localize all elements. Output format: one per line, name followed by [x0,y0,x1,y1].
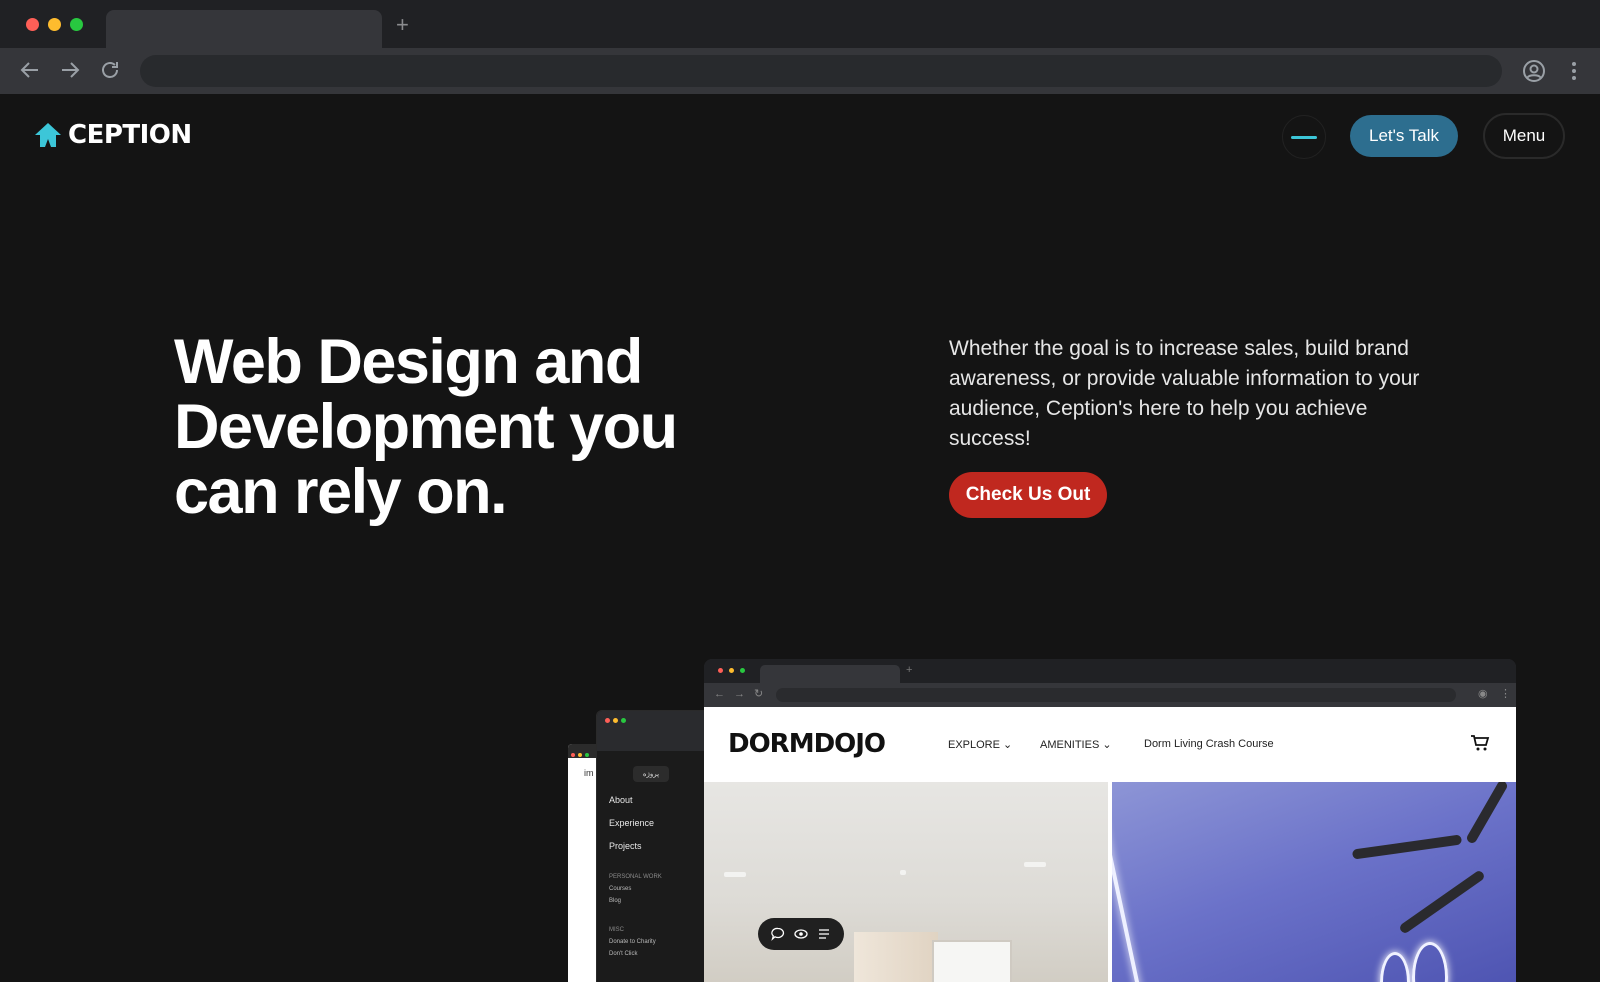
dormdojo-logo: DORMDOJO [728,729,886,759]
mockup-nav-explore: EXPLORE ⌄ [948,739,1013,751]
maximize-window-button[interactable] [70,18,83,31]
mockup-mid-item: Projects [609,841,642,851]
mockup-dot [585,753,589,757]
mockup-dot [613,718,618,723]
forward-arrow-icon[interactable] [58,58,82,82]
neon-light [1412,942,1448,982]
mockup-mid-chrome [597,711,715,751]
fan-blade [1398,869,1486,935]
mockup-tab [760,665,900,683]
dash-icon [1291,135,1317,139]
mockup-mid-badge: پروژه [633,766,669,782]
eye-icon[interactable] [794,927,808,941]
hero-title: Web Design and Development you can rely … [174,330,774,525]
fan-blade [1465,782,1509,845]
mockup-front-titlebar: + [704,659,1516,683]
room-photo-left [704,782,1108,982]
hero-title-line: Web Design and [174,327,643,397]
mockup-new-tab: + [906,664,913,676]
hero-title-line: can rely on. [174,457,508,527]
mockup-mid-small-item: Donate to Charity [609,939,656,945]
mockup-mid-item: About [609,795,633,805]
reload-icon[interactable] [98,58,122,82]
theme-toggle-button[interactable] [1282,115,1326,159]
mockup-menu-icon: ⋮ [1500,688,1511,700]
curtain [854,932,938,982]
hero-description: Whether the goal is to increase sales, b… [949,337,1420,450]
mockup-dot [578,753,582,757]
mockup-window-middle: پروژه About Experience Projects PERSONAL… [596,710,716,982]
mockup-profile-icon: ◉ [1478,688,1488,700]
mockup-nav-crash-course: Dorm Living Crash Course [1144,738,1274,750]
close-window-button[interactable] [26,18,39,31]
fan-blade [1351,834,1463,860]
cart-icon [1471,735,1490,751]
ceiling-light [900,870,906,875]
back-arrow-icon[interactable] [18,58,42,82]
ceiling-light [724,872,746,877]
new-tab-button[interactable]: + [396,14,409,36]
list-icon[interactable] [817,927,831,941]
mockup-dot [718,668,723,673]
address-bar[interactable] [140,55,1502,87]
browser-toolbar [0,48,1600,94]
mockup-mid-section-title: MISC [609,927,624,933]
mockup-back-text: im [584,768,594,778]
window [932,940,1012,982]
mockup-reload-icon: ↻ [754,688,764,700]
logo-text: CEPTION [68,120,192,150]
ceiling-light [1024,862,1046,867]
site-logo[interactable]: CEPTION [34,120,192,150]
hero-title-line: Development you [174,392,678,462]
floating-toolbar[interactable] [758,918,844,950]
led-strip [1112,803,1143,982]
mockup-mid-section-title: PERSONAL WORK [609,874,662,880]
mockup-dot [729,668,734,673]
comment-icon[interactable] [770,927,785,941]
menu-button[interactable]: Menu [1483,113,1565,159]
neon-light [1380,952,1410,982]
mockup-front-toolbar: ← → ↻ ◉ ⋮ [704,683,1516,707]
mockup-mid-small-item: Courses [609,886,632,892]
mockup-mid-item: Experience [609,818,655,828]
browser-titlebar: + [0,0,1600,48]
mockup-forward-arrow-icon: → [734,688,745,700]
check-us-out-button[interactable]: Check Us Out [949,472,1107,518]
browser-window: + CEPTION Let's Talk Menu Web Design and… [0,0,1600,982]
mockup-dot [621,718,626,723]
minimize-window-button[interactable] [48,18,61,31]
mockup-mid-small-item: Blog [609,898,622,904]
ception-logo-icon [35,123,61,147]
mockup-dot [605,718,610,723]
mockup-dot [740,668,745,673]
browser-menu-icon[interactable] [1566,61,1582,81]
mockup-dot [571,753,575,757]
browser-tab[interactable] [106,10,382,48]
lets-talk-button[interactable]: Let's Talk [1350,115,1458,157]
room-photo-right [1112,782,1516,982]
mockup-back-arrow-icon: ← [714,688,725,700]
mockup-address-bar [776,688,1456,702]
mockup-nav-amenities: AMENITIES ⌄ [1040,739,1112,751]
profile-icon[interactable] [1522,59,1546,83]
mockup-mid-small-item: Don't Click [609,951,638,957]
